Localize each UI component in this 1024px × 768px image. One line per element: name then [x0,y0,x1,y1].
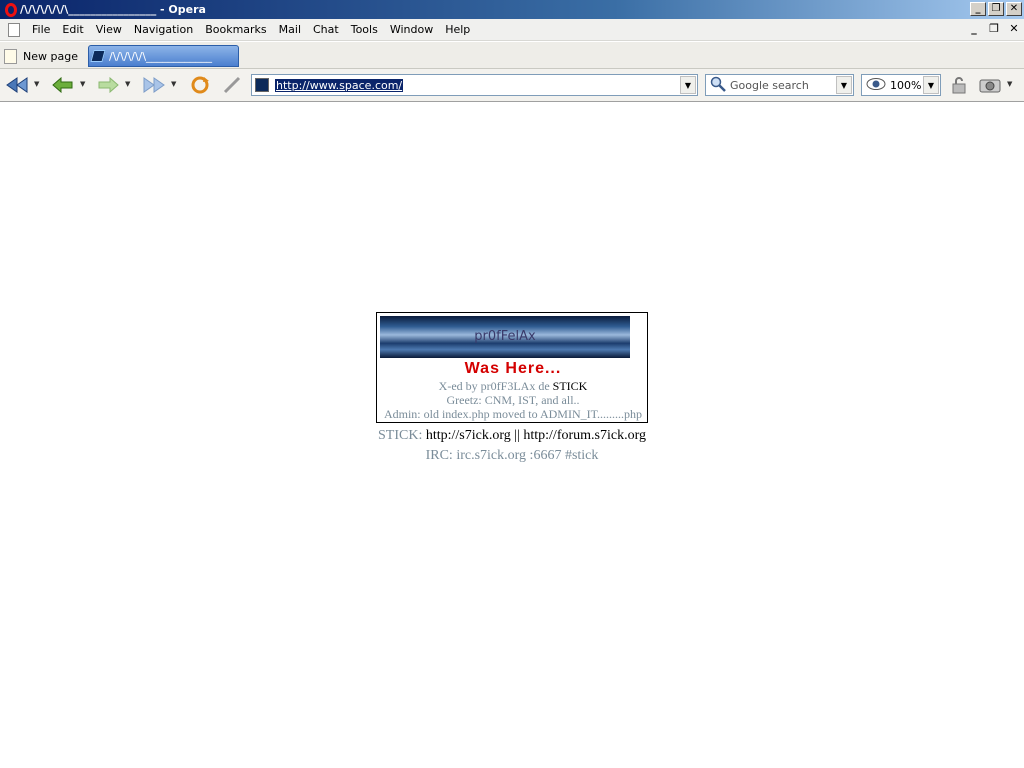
menu-bar: File Edit View Navigation Bookmarks Mail… [0,19,1024,41]
eye-icon [866,77,886,94]
opera-logo-icon [5,2,17,17]
stick-separator: || [510,428,524,443]
menu-help[interactable]: Help [439,23,476,36]
xed-stick: STICK [552,379,588,393]
new-page-button[interactable]: New page [4,46,78,66]
fast-forward-icon[interactable] [143,76,165,94]
menu-file[interactable]: File [26,23,56,36]
fast-forward-dropdown-icon[interactable]: ▼ [171,80,178,88]
menu-mail[interactable]: Mail [273,23,307,36]
menu-bookmarks[interactable]: Bookmarks [199,23,272,36]
search-field[interactable]: Google search ▼ [705,74,854,96]
forward-icon[interactable] [97,76,119,94]
new-page-icon [4,48,17,64]
xed-prefix: X-ed by pr0fF3LAx de [438,379,553,393]
minimize-button[interactable]: _ [970,2,986,16]
menu-window[interactable]: Window [384,23,439,36]
navigation-toolbar: ▼ ▼ ▼ ▼ http://www.space.com/ ▼ Google s… [0,69,1024,102]
address-bar[interactable]: http://www.space.com/ ▼ [251,74,698,96]
banner-image: pr0fFelAx [380,316,630,358]
mdi-minimize-button[interactable]: _ [966,22,982,36]
site-favicon-icon [90,50,106,62]
stick-links-line: STICK: http://s7ick.org || http://forum.… [0,428,1024,444]
irc-line: IRC: irc.s7ick.org :6667 #stick [425,448,599,463]
restore-button[interactable]: ❐ [988,2,1004,16]
site-favicon-icon [255,78,269,92]
rewind-dropdown-icon[interactable]: ▼ [34,80,41,88]
address-input[interactable]: http://www.space.com/ [275,78,404,92]
close-button[interactable]: ✕ [1006,2,1022,16]
page-content: pr0fFelAx Was Here... X-ed by pr0fF3LAx … [0,103,1024,768]
tab-label: /\/\/\/\/\____________ [109,49,213,63]
window-controls: _ ❐ ✕ [970,2,1022,16]
zoom-value: 100% [890,78,922,92]
tab-active[interactable]: /\/\/\/\/\____________ [88,45,239,67]
zoom-control[interactable]: 100% ▼ [861,74,941,96]
back-dropdown-icon[interactable]: ▼ [80,80,87,88]
camera-icon[interactable] [979,76,1001,94]
menu-edit[interactable]: Edit [56,23,89,36]
search-input[interactable]: Google search [730,79,809,92]
title-bar: /\/\/\/\/\/\________________ - Opera _ ❐… [0,0,1024,19]
stick-link-main[interactable]: http://s7ick.org [426,428,511,443]
reload-icon[interactable] [189,76,211,94]
greetz-line: Greetz: CNM, IST, and all.. [446,393,580,407]
new-page-label: New page [23,49,78,63]
rewind-icon[interactable] [6,76,28,94]
admin-note-line: Admin: old index.php moved to ADMIN_IT..… [383,407,643,421]
deface-box: pr0fFelAx Was Here... X-ed by pr0fF3LAx … [376,312,648,423]
back-icon[interactable] [52,76,74,94]
menu-tools[interactable]: Tools [345,23,384,36]
forward-dropdown-icon[interactable]: ▼ [125,80,132,88]
xed-by-line: X-ed by pr0fF3LAx de STICK [377,379,649,394]
was-here-heading: Was Here... [464,360,562,377]
search-engine-dropdown-icon[interactable]: ▼ [836,76,852,94]
security-lock-icon[interactable] [949,76,969,94]
menu-navigation[interactable]: Navigation [128,23,199,36]
document-menu-icon[interactable] [8,22,20,37]
stick-prefix: STICK: [378,428,426,443]
edit-pencil-icon[interactable] [222,76,242,94]
address-dropdown-icon[interactable]: ▼ [680,76,696,94]
tab-bar: New page /\/\/\/\/\____________ [0,42,1024,69]
mdi-controls: _ ❐ ✕ [966,22,1022,36]
window-title: /\/\/\/\/\/\________________ - Opera [20,3,206,16]
camera-dropdown-icon[interactable]: ▼ [1007,80,1014,88]
mdi-close-button[interactable]: ✕ [1006,22,1022,36]
mdi-restore-button[interactable]: ❐ [986,22,1002,36]
menu-chat[interactable]: Chat [307,23,345,36]
zoom-dropdown-icon[interactable]: ▼ [923,76,939,94]
search-icon [710,76,726,95]
menu-view[interactable]: View [90,23,128,36]
stick-link-forum[interactable]: http://forum.s7ick.org [523,428,646,443]
